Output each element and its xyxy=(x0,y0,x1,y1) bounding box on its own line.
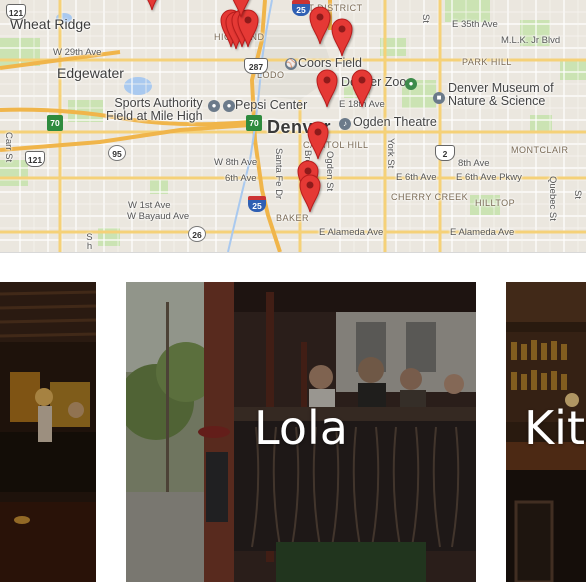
route-121-shield: 121 xyxy=(6,4,26,20)
restaurant-card[interactable] xyxy=(0,282,96,582)
app-root: Wheat Ridge Edgewater Denver Coors Field… xyxy=(0,0,586,588)
route-70-shield-2: 70 xyxy=(246,115,262,131)
route-121-shield-2: 121 xyxy=(25,151,45,167)
label-santa-fe: Santa Fe Dr xyxy=(273,148,284,200)
map-pin-icon[interactable] xyxy=(230,0,252,18)
route-2-shield: 2 xyxy=(435,145,455,161)
map-pin-icon[interactable] xyxy=(307,120,329,160)
restaurant-map[interactable]: Wheat Ridge Edgewater Denver Coors Field… xyxy=(0,0,586,252)
interstate-25-shield-top: 25 xyxy=(292,0,310,16)
map-pin-icon[interactable] xyxy=(316,68,338,108)
route-70-shield: 70 xyxy=(47,115,63,131)
label-st-top: St xyxy=(420,14,431,23)
label-york-st: York St xyxy=(385,138,396,169)
route-287-shield: 287 xyxy=(244,58,268,74)
label-montclair: MONTCLAIR xyxy=(511,145,569,155)
label-museum: Denver Museum of Nature & Science xyxy=(448,81,554,109)
label-e6th: E 6th Ave xyxy=(396,172,437,183)
label-e35th: E 35th Ave xyxy=(452,19,498,30)
label-w1st: W 1st Ave xyxy=(128,200,171,211)
label-ogden-theatre: Ogden Theatre xyxy=(353,115,437,129)
stadium-icon: ⚾ xyxy=(285,58,297,70)
photo-overlay xyxy=(0,282,96,582)
map-pin-icon[interactable] xyxy=(299,173,321,213)
restaurant-card-lola[interactable]: Lola xyxy=(126,282,476,582)
map-pin-icon[interactable] xyxy=(331,17,353,57)
label-w-bayaud: W Bayaud Ave xyxy=(127,211,190,222)
map-pin-icon[interactable] xyxy=(141,0,163,11)
label-baker: BAKER xyxy=(276,213,310,223)
label-mlk: M.L.K. Jr Blvd xyxy=(501,35,561,46)
card-title-lola: Lola xyxy=(254,401,348,455)
label-e6th-pkwy: E 6th Ave Pkwy xyxy=(456,172,522,183)
label-8th-ave: 8th Ave xyxy=(458,158,490,169)
label-hilltop: HILLTOP xyxy=(475,198,516,208)
arena-icon: ● xyxy=(223,100,235,112)
restaurant-carousel: Lola Kitchen xyxy=(0,252,586,588)
label-6th-ave: 6th Ave xyxy=(225,173,257,184)
label-quebec-st: Quebec St xyxy=(547,176,558,221)
map-pin-icon[interactable] xyxy=(351,68,373,108)
label-sh: Sh xyxy=(83,232,95,250)
label-park-hill: PARK HILL xyxy=(462,57,512,67)
label-carr-st: Carr St xyxy=(3,132,14,163)
interstate-25-shield: 25 xyxy=(248,196,266,212)
label-e-alameda: E Alameda Ave xyxy=(319,227,384,238)
label-cherry-creek: CHERRY CREEK xyxy=(391,192,469,202)
label-w29th: W 29th Ave xyxy=(53,47,102,58)
label-sports-authority: Sports Authority Field at Mile High xyxy=(106,96,203,124)
restaurant-card-kitchen[interactable]: Kitchen xyxy=(506,282,586,582)
map-pin-icon[interactable] xyxy=(309,5,331,45)
label-w8th: W 8th Ave xyxy=(214,157,258,168)
label-pepsi-center: Pepsi Center xyxy=(235,98,308,112)
label-e-alameda-2: E Alameda Ave xyxy=(450,227,515,238)
museum-icon: ■ xyxy=(433,92,445,104)
theatre-icon: ♪ xyxy=(339,118,351,130)
label-edgewater: Edgewater xyxy=(57,65,124,81)
card-title-kitchen: Kitchen xyxy=(524,401,586,455)
label-wheat-ridge: Wheat Ridge xyxy=(10,16,91,32)
label-st-right: St xyxy=(572,190,583,199)
route-95-shield: 95 xyxy=(108,145,126,161)
route-26-shield: 26 xyxy=(188,226,206,242)
stadium-icon-2: ● xyxy=(208,100,220,112)
zoo-icon: ● xyxy=(405,78,417,90)
